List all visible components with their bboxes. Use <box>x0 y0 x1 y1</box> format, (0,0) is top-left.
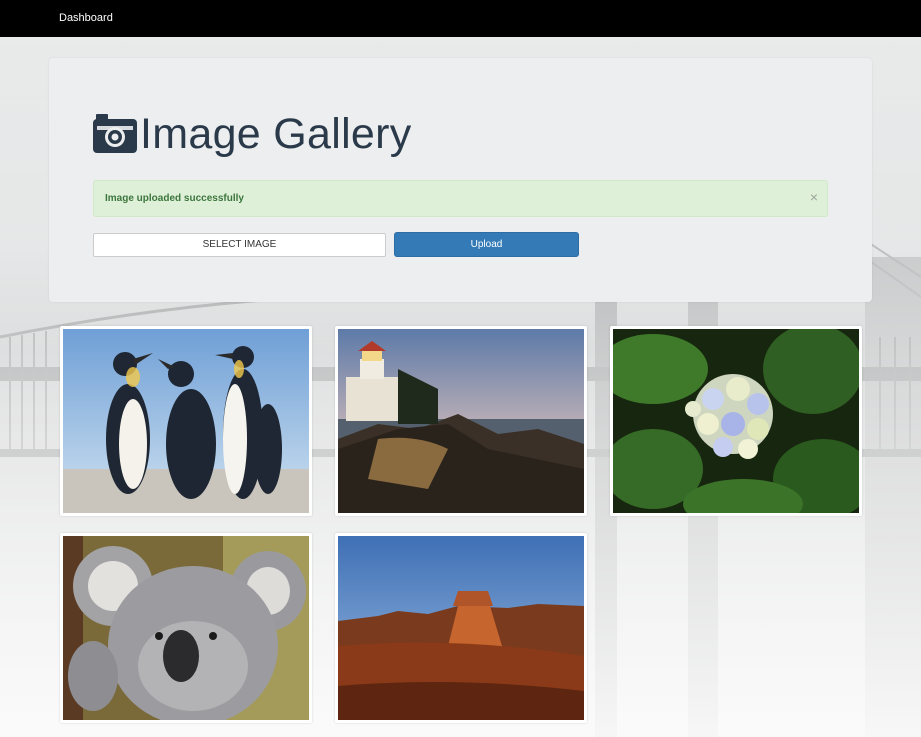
camera-icon <box>92 113 138 155</box>
select-image-button[interactable]: SELECT IMAGE <box>93 233 386 257</box>
upload-button[interactable]: Upload <box>394 232 579 257</box>
alert-message: Image uploaded successfully <box>105 193 244 204</box>
close-icon[interactable]: × <box>810 190 818 204</box>
gallery-image-penguins[interactable] <box>60 326 312 516</box>
success-alert: Image uploaded successfully × <box>93 180 828 217</box>
top-navbar: Dashboard <box>0 0 921 37</box>
gallery-image-koala[interactable] <box>60 533 312 723</box>
gallery-image-hydrangea[interactable] <box>610 326 862 516</box>
dashboard-link[interactable]: Dashboard <box>59 12 113 24</box>
gallery-heading: Image Gallery <box>140 109 412 158</box>
gallery-image-desert[interactable] <box>335 533 587 723</box>
page-title: Image Gallery <box>92 108 412 160</box>
gallery-image-lighthouse[interactable] <box>335 326 587 516</box>
